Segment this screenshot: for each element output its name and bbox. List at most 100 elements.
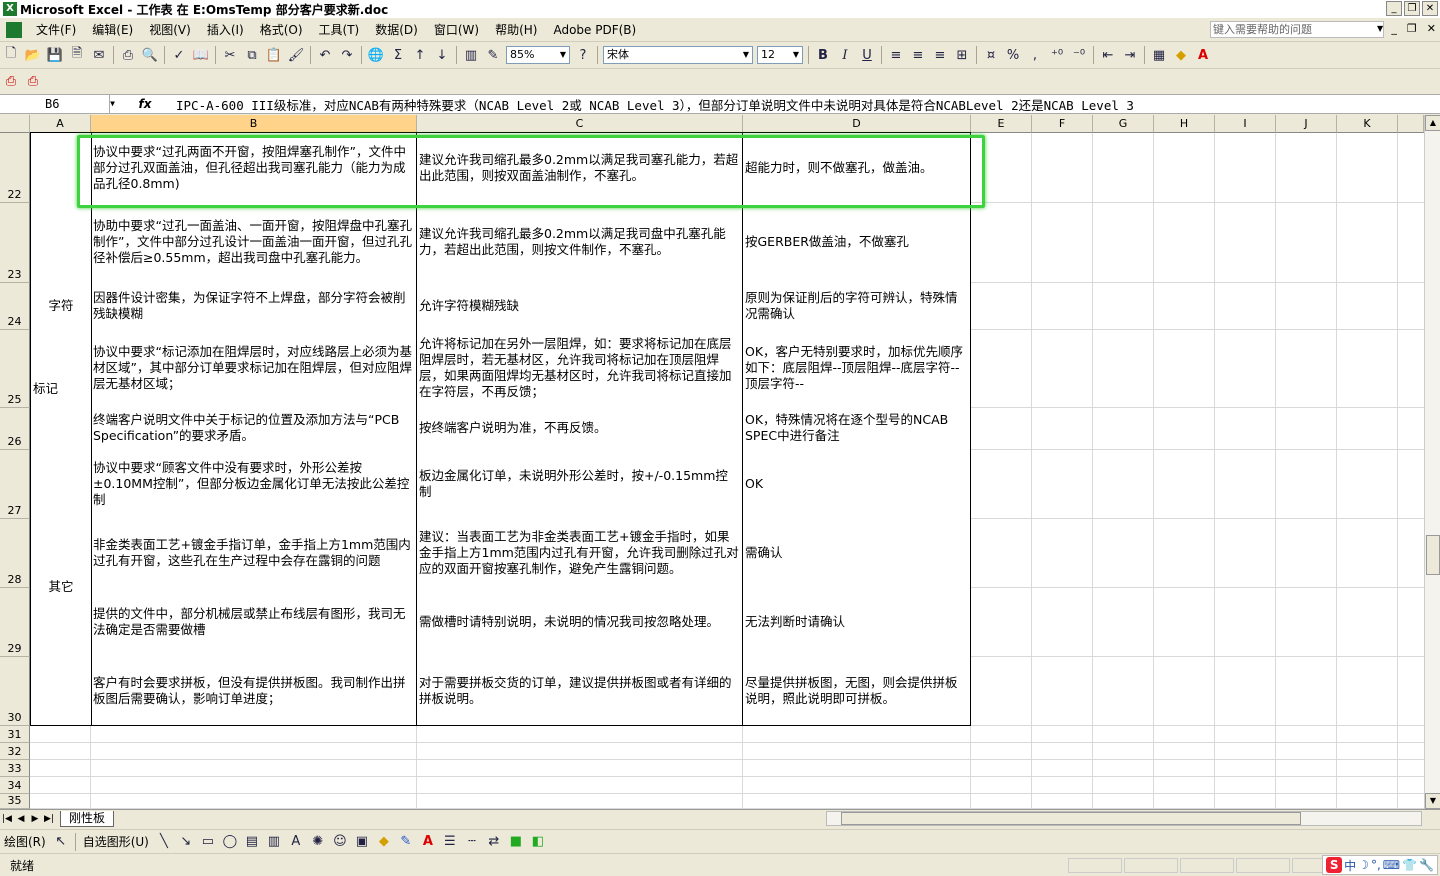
- cell-c30[interactable]: 对于需要拼板交货的订单，建议提供拼板图或者有详细的拼板说明。: [416, 656, 743, 726]
- row-header-26[interactable]: 26: [0, 408, 30, 450]
- cell-d25[interactable]: OK，客户无特别要求时，加标优先顺序如下：底层阻焊--顶层阻焊--底层字符--顶…: [742, 329, 971, 408]
- cell-c24[interactable]: 允许字符模糊残缺: [416, 282, 743, 330]
- next-sheet-icon[interactable]: ▶: [28, 814, 42, 824]
- cell-d28[interactable]: 需确认: [742, 518, 971, 588]
- increase-decimal-icon[interactable]: ⁺⁰: [1046, 44, 1068, 66]
- menu-insert[interactable]: 插入(I): [199, 21, 252, 38]
- minimize-button[interactable]: _: [1386, 1, 1402, 16]
- select-all-corner[interactable]: [0, 115, 30, 133]
- column-header-a[interactable]: A: [30, 115, 91, 133]
- close-button[interactable]: ✕: [1422, 1, 1438, 16]
- cut-icon[interactable]: ✂: [219, 44, 241, 66]
- spelling-icon[interactable]: ✓: [168, 44, 190, 66]
- help-search-input[interactable]: 键入需要帮助的问题: [1210, 21, 1384, 38]
- convert-to-pdf-icon[interactable]: ⎙: [0, 71, 22, 93]
- align-right-icon[interactable]: ≡: [929, 44, 951, 66]
- scroll-thumb[interactable]: [1426, 535, 1440, 575]
- cell-c22[interactable]: 建议允许我司缩孔最多0.2mm以满足我司塞孔能力，若超出此范围，则按双面盖油制作…: [416, 132, 743, 203]
- column-header-k[interactable]: K: [1337, 115, 1398, 133]
- vertical-scrollbar[interactable]: ▲ ▼: [1424, 115, 1440, 809]
- menu-tools[interactable]: 工具(T): [311, 21, 368, 38]
- autosum-icon[interactable]: Σ: [387, 44, 409, 66]
- draw-menu[interactable]: 绘图(R): [0, 833, 50, 850]
- picture-icon[interactable]: ▣: [351, 831, 373, 853]
- row-header-25[interactable]: 25: [0, 330, 30, 408]
- column-header-f[interactable]: F: [1032, 115, 1093, 133]
- underline-button[interactable]: U: [856, 44, 878, 66]
- row-header-32[interactable]: 32: [0, 743, 30, 760]
- comma-button[interactable]: ,: [1024, 44, 1046, 66]
- row-header-35[interactable]: 35: [0, 794, 30, 809]
- menu-window[interactable]: 窗口(W): [426, 21, 487, 38]
- cell-b23[interactable]: 协助中要求“过孔一面盖油、一面开窗，按阻焊盘中孔塞孔制作”，文件中部分过孔设计一…: [90, 202, 417, 283]
- row-header-33[interactable]: 33: [0, 760, 30, 777]
- copy-icon[interactable]: ⧉: [241, 44, 263, 66]
- column-header-d[interactable]: D: [743, 115, 971, 133]
- cell-b25[interactable]: 协议中要求“标记添加在阻焊层时，对应线路层上必须为基材区域”，其中部分订单要求标…: [90, 329, 417, 408]
- line-color-icon[interactable]: ✎: [395, 831, 417, 853]
- shadow-icon[interactable]: ■: [505, 831, 527, 853]
- restore-button[interactable]: ❐: [1404, 1, 1420, 16]
- arrow-style-icon[interactable]: ⇄: [483, 831, 505, 853]
- column-header-i[interactable]: I: [1215, 115, 1276, 133]
- column-header-b[interactable]: B: [91, 115, 417, 133]
- textbox-icon[interactable]: ▤: [241, 831, 263, 853]
- dash-style-icon[interactable]: ┄: [461, 831, 483, 853]
- row-header-31[interactable]: 31: [0, 726, 30, 743]
- sort-descending-icon[interactable]: ↓: [431, 44, 453, 66]
- font-size-select[interactable]: 12 ▼: [757, 46, 803, 64]
- cell-c27[interactable]: 板边金属化订单，未说明外形公差时，按+/-0.15mm控制: [416, 449, 743, 519]
- chevron-down-icon[interactable]: ▼: [1377, 24, 1383, 33]
- cell-d27[interactable]: OK: [742, 449, 971, 519]
- cell-b22[interactable]: 协议中要求“过孔两面不开窗，按阻焊塞孔制作”，文件中部分过孔双面盖油，但孔径超出…: [90, 132, 417, 203]
- hscroll-thumb[interactable]: [841, 812, 1301, 825]
- row-header-30[interactable]: 30: [0, 657, 30, 726]
- cell-c29[interactable]: 需做槽时请特别说明，未说明的情况我司按忽略处理。: [416, 587, 743, 657]
- cell-d23[interactable]: 按GERBER做盖油，不做塞孔: [742, 202, 971, 283]
- italic-button[interactable]: I: [834, 44, 856, 66]
- horizontal-scrollbar[interactable]: [826, 811, 1422, 826]
- menu-data[interactable]: 数据(D): [367, 21, 426, 38]
- sogou-icon[interactable]: S: [1326, 857, 1343, 873]
- align-left-icon[interactable]: ≡: [885, 44, 907, 66]
- print-preview-icon[interactable]: 🔍: [139, 44, 161, 66]
- cell-b27[interactable]: 协议中要求“顾客文件中没有要求时，外形公差按±0.10MM控制”，但部分板边金属…: [90, 449, 417, 519]
- email-icon[interactable]: ✉: [88, 44, 110, 66]
- cell-group-2[interactable]: 字符: [30, 282, 92, 330]
- align-center-icon[interactable]: ≡: [907, 44, 929, 66]
- clipart-icon[interactable]: ☺: [329, 831, 351, 853]
- merge-center-icon[interactable]: ⊞: [951, 44, 973, 66]
- first-sheet-icon[interactable]: |◀: [0, 814, 14, 824]
- cell-d24[interactable]: 原则为保证削后的字符可辨认，特殊情况需确认: [742, 282, 971, 330]
- hyperlink-icon[interactable]: 🌐: [365, 44, 387, 66]
- cell-group-3[interactable]: 标记: [30, 329, 92, 450]
- line-icon[interactable]: ╲: [153, 831, 175, 853]
- open-icon[interactable]: 📂: [22, 44, 44, 66]
- new-icon[interactable]: 🗋: [0, 44, 22, 66]
- decrease-indent-icon[interactable]: ⇤: [1097, 44, 1119, 66]
- sort-ascending-icon[interactable]: ↑: [409, 44, 431, 66]
- doc-close-icon[interactable]: ✕: [1427, 22, 1436, 35]
- menu-adobe-pdf[interactable]: Adobe PDF(B): [545, 23, 644, 37]
- insert-function-icon[interactable]: fx: [124, 97, 166, 111]
- percent-button[interactable]: %: [1002, 44, 1024, 66]
- save-icon[interactable]: 💾: [44, 44, 66, 66]
- column-header-j[interactable]: J: [1276, 115, 1337, 133]
- worksheet-grid[interactable]: A B C D E F G H I J K 22 23 24 25 26 27 28 29 30 31 32 33 34 35 协…: [0, 115, 1424, 809]
- column-header-h[interactable]: H: [1154, 115, 1215, 133]
- cell-b30[interactable]: 客户有时会要求拼板，但没有提供拼板图。我司制作出拼板图后需要确认，影响订单进度；: [90, 656, 417, 726]
- row-header-27[interactable]: 27: [0, 450, 30, 519]
- font-color-icon[interactable]: A: [1192, 44, 1214, 66]
- workbook-icon[interactable]: [6, 21, 22, 38]
- row-header-23[interactable]: 23: [0, 203, 30, 283]
- undo-icon[interactable]: ↶: [314, 44, 336, 66]
- formula-input[interactable]: IPC-A-600 III级标准，对应NCAB有两种特殊要求（NCAB Leve…: [176, 95, 1134, 114]
- chart-wizard-icon[interactable]: ▥: [460, 44, 482, 66]
- cell-b24[interactable]: 因器件设计密集，为保证字符不上焊盘，部分字符会被削残缺模糊: [90, 282, 417, 330]
- ime-keyboard-icon[interactable]: ⌨: [1383, 858, 1400, 872]
- oval-icon[interactable]: ◯: [219, 831, 241, 853]
- zoom-select[interactable]: 85% ▼: [506, 46, 570, 64]
- menu-edit[interactable]: 编辑(E): [84, 21, 141, 38]
- scroll-down-icon[interactable]: ▼: [1425, 793, 1440, 809]
- scroll-up-icon[interactable]: ▲: [1425, 115, 1440, 131]
